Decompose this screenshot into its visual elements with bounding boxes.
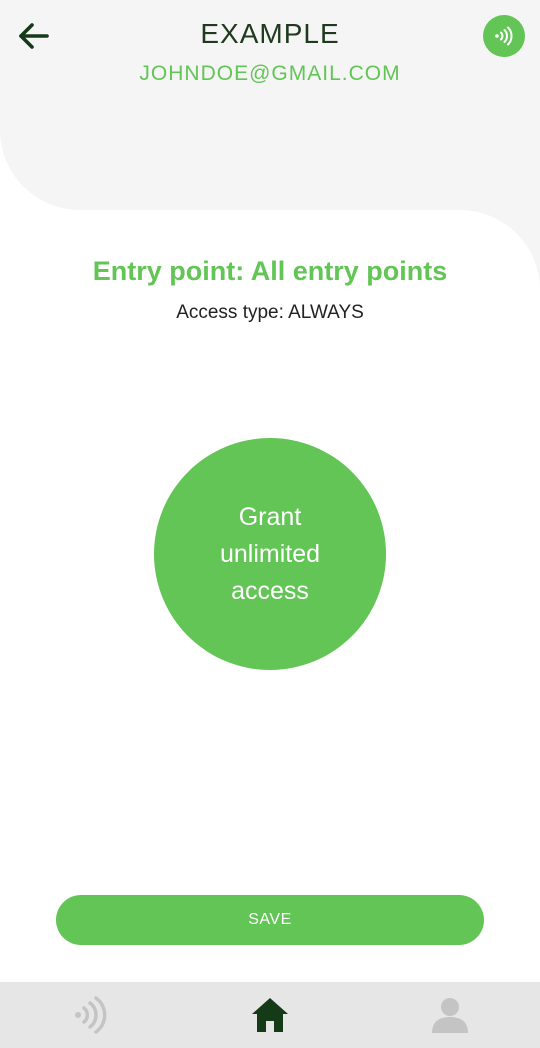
nfc-signal-icon: [75, 996, 107, 1034]
save-button[interactable]: SAVE: [56, 895, 484, 945]
user-email: JOHNDOE@GMAIL.COM: [139, 62, 401, 85]
nfc-button[interactable]: [483, 15, 525, 57]
grant-button-label: Grant unlimited access: [219, 502, 321, 605]
nav-item-nfc[interactable]: [30, 982, 150, 1048]
grant-unlimited-access-button[interactable]: Grant unlimited access: [154, 438, 386, 670]
bottom-navigation: [0, 982, 540, 1048]
nav-item-profile[interactable]: [390, 982, 510, 1048]
page-title: EXAMPLE: [200, 18, 340, 49]
user-icon: [432, 998, 468, 1033]
nfc-signal-icon: [495, 26, 513, 46]
entry-point-heading: Entry point: All entry points: [92, 256, 448, 286]
home-icon: [252, 998, 288, 1032]
access-type-label: Access type: ALWAYS: [176, 302, 364, 323]
nav-item-home[interactable]: [210, 982, 330, 1048]
